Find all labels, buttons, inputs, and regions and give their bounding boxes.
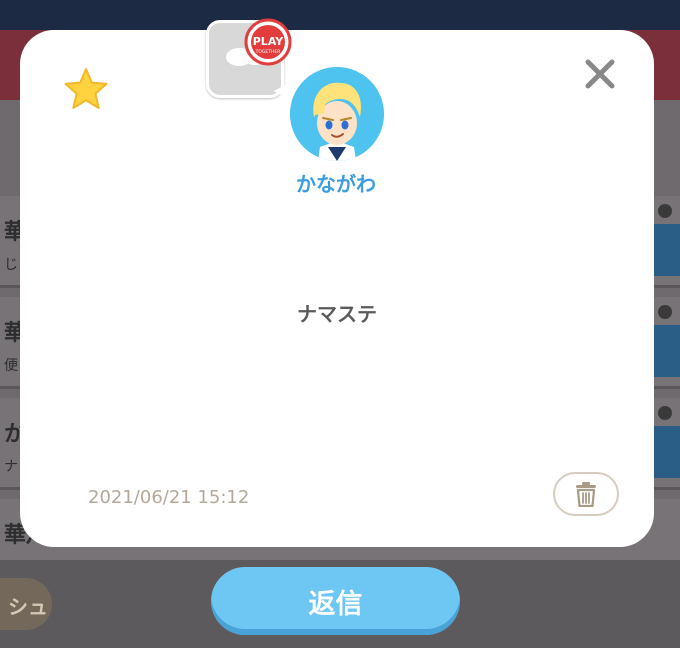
clock-icon	[658, 406, 672, 420]
avatar[interactable]	[290, 67, 384, 161]
reply-button[interactable]: 返信	[211, 567, 460, 635]
trash-icon	[576, 482, 596, 507]
svg-text:TOGETHER: TOGETHER	[255, 49, 281, 55]
svg-text:PLAY: PLAY	[253, 35, 285, 48]
star-icon[interactable]	[62, 66, 110, 114]
background-top-bar	[0, 0, 680, 30]
close-button[interactable]	[580, 54, 620, 94]
delete-button[interactable]	[553, 472, 619, 516]
background-left-button: シュ	[0, 578, 52, 630]
avatar-icon	[290, 67, 384, 161]
clock-icon	[658, 305, 672, 319]
close-icon	[585, 59, 615, 89]
sender-name: かながわ	[296, 172, 376, 196]
play-together-badge-icon: PLAY TOGETHER	[244, 18, 292, 66]
message-text: ナマステ	[297, 302, 377, 326]
clock-icon	[658, 204, 672, 218]
message-timestamp: 2021/06/21 15:12	[88, 487, 250, 508]
